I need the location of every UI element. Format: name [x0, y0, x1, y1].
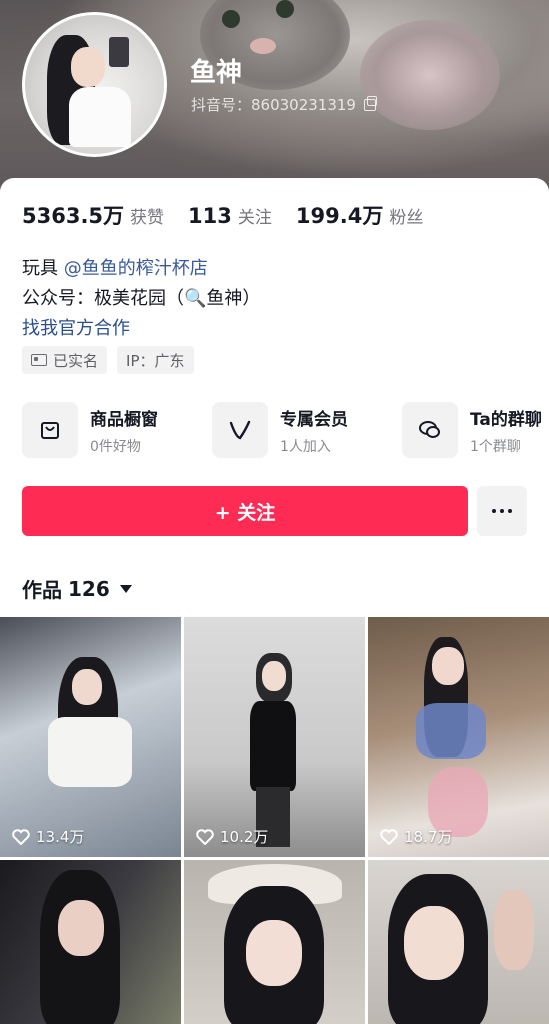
- service-shop-window[interactable]: 商品橱窗 0件好物: [22, 402, 158, 458]
- shop-mention-link[interactable]: @鱼鱼的榨汁杯店: [64, 258, 208, 279]
- service-subtitle: 1个群聊: [470, 438, 521, 455]
- cat-eye: [276, 0, 294, 18]
- following-label[interactable]: 关注: [238, 203, 272, 228]
- bag-icon: [22, 402, 78, 458]
- follow-button[interactable]: + 关注: [22, 486, 468, 536]
- cooperation-link[interactable]: 找我官方合作: [22, 314, 130, 340]
- plush-toy-image: [360, 20, 500, 130]
- chat-icon: [402, 402, 458, 458]
- stats-row: 5363.5万 获赞 113 关注 199.4万 粉丝: [22, 200, 447, 230]
- bio-line-account: 公众号：极美花园（🔍鱼神）: [22, 288, 261, 309]
- service-title: Ta的群聊: [470, 409, 542, 430]
- video-thumbnail[interactable]: [184, 860, 365, 1024]
- cat-nose: [250, 38, 276, 54]
- heart-icon: [380, 828, 398, 845]
- works-tab[interactable]: 作品 126: [22, 574, 132, 603]
- douyin-id[interactable]: 抖音号：86030231319: [191, 94, 377, 115]
- caret-down-icon[interactable]: [119, 584, 132, 593]
- avatar[interactable]: [22, 12, 167, 157]
- works-count: 126: [68, 576, 110, 601]
- ip-location-label: IP：广东: [126, 351, 185, 370]
- video-likes: 13.4万: [12, 826, 84, 847]
- username: 鱼神: [190, 58, 243, 88]
- video-thumbnail[interactable]: 13.4万: [0, 617, 181, 857]
- service-subtitle: 1人加入: [280, 438, 331, 455]
- services-row: 商品橱窗 0件好物 专属会员 1人加入 Ta的群聊 1个群聊: [22, 402, 549, 462]
- profile-tags: 已实名 IP：广东: [22, 346, 194, 374]
- video-thumbnail[interactable]: [0, 860, 181, 1024]
- video-thumbnail[interactable]: [368, 860, 549, 1024]
- verified-label: 已实名: [53, 351, 99, 370]
- video-thumbnail[interactable]: 18.7万: [368, 617, 549, 857]
- more-options-button[interactable]: [477, 486, 527, 536]
- video-likes: 18.7万: [380, 826, 452, 847]
- video-likes: 10.2万: [196, 826, 268, 847]
- ip-location-tag: IP：广东: [117, 346, 194, 374]
- more-dots-icon: [492, 509, 496, 513]
- copy-icon[interactable]: [363, 95, 377, 111]
- douyin-id-text: 抖音号：86030231319: [191, 96, 356, 114]
- service-membership[interactable]: 专属会员 1人加入: [212, 402, 348, 458]
- following-count[interactable]: 113: [188, 204, 232, 228]
- service-title: 专属会员: [280, 409, 348, 430]
- service-subtitle: 0件好物: [90, 438, 141, 455]
- heart-icon: [196, 828, 214, 845]
- heart-icon: [12, 828, 30, 845]
- v-icon: [212, 402, 268, 458]
- verified-tag: 已实名: [22, 346, 108, 374]
- cat-eye: [222, 10, 240, 28]
- profile-card: 5363.5万 获赞 113 关注 199.4万 粉丝 玩具 @鱼鱼的榨汁杯店 …: [0, 178, 549, 1024]
- bio-prefix: 玩具: [22, 258, 58, 279]
- video-thumbnail[interactable]: 10.2万: [184, 617, 365, 857]
- likes-label: 获赞: [130, 208, 165, 228]
- id-card-icon: [31, 354, 47, 366]
- service-group-chat[interactable]: Ta的群聊 1个群聊: [402, 402, 542, 458]
- followers-count[interactable]: 199.4万: [296, 200, 383, 230]
- followers-label[interactable]: 粉丝: [389, 203, 423, 228]
- service-title: 商品橱窗: [90, 409, 158, 430]
- bio-line-toy: 玩具 @鱼鱼的榨汁杯店: [22, 254, 208, 280]
- works-title: 作品: [22, 578, 62, 602]
- likes-count: 5363.5万: [22, 204, 125, 228]
